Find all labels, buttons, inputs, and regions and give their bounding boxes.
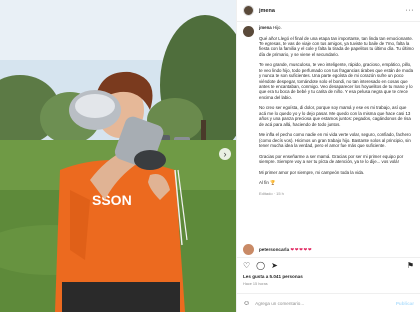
avatar[interactable] <box>243 5 254 16</box>
bookmark-icon[interactable]: ⚑ <box>407 261 414 270</box>
caption-paragraph: Al fin 🏆 <box>259 180 276 186</box>
svg-text:SSON: SSON <box>92 192 132 208</box>
add-comment-input[interactable] <box>255 300 396 306</box>
comment-avatar[interactable] <box>243 244 254 255</box>
publish-button[interactable]: Publicar <box>396 301 414 306</box>
instagram-post: SSON › jmena ··· jmena Hijo. Qué año! Ll… <box>0 0 420 312</box>
caption-paragraph: Me infla el pecho como nadie en mi vida … <box>259 132 411 149</box>
post-photo[interactable]: SSON › <box>0 0 236 312</box>
add-comment-bar: ☺ Publicar <box>237 293 420 312</box>
caption-paragraph: Te veo grande, musculoso, te veo intelig… <box>259 62 414 100</box>
post-username[interactable]: jmena <box>259 8 406 14</box>
comment-row: petersoncarla ❤❤❤❤❤ <box>243 244 414 255</box>
caption-paragraph: Gracias por enseñarme a ser mamá. Gracia… <box>259 153 404 165</box>
caption-username[interactable]: jmena <box>259 25 272 30</box>
post-header: jmena ··· <box>237 0 420 22</box>
chevron-right-icon[interactable]: › <box>219 148 231 160</box>
smiley-icon[interactable]: ☺ <box>243 300 250 307</box>
caption-paragraph: No creo ser egoísta, di dolor, porque so… <box>259 105 411 127</box>
more-options-icon[interactable]: ··· <box>406 7 415 14</box>
caption-paragraph: Qué año! Llegó el final de una etapa tan… <box>259 35 414 57</box>
comment-username[interactable]: petersoncarla <box>259 247 289 252</box>
photo-illustration: SSON <box>0 0 236 312</box>
likes-count[interactable]: Les gusta a 5.041 personas <box>243 274 303 279</box>
post-actions: ♡ ◯ ➤ ⚑ <box>237 257 420 273</box>
post-caption: jmena Hijo. Qué año! Llegó el final de u… <box>243 25 414 241</box>
caption-meta: Editado · 15 h <box>259 190 284 196</box>
caption-paragraph: Mi primer amor por siempre, mi campeón t… <box>259 169 365 175</box>
post-timestamp[interactable]: Hace 15 horas <box>243 282 268 286</box>
caption-avatar[interactable] <box>243 26 254 37</box>
caption-first-line: Hijo. <box>272 25 282 30</box>
comment-text: ❤❤❤❤❤ <box>290 246 313 252</box>
heart-icon[interactable]: ♡ <box>243 261 250 270</box>
comment-icon[interactable]: ◯ <box>256 261 265 270</box>
post-sidebar: jmena ··· jmena Hijo. Qué año! Llegó el … <box>236 0 420 312</box>
share-icon[interactable]: ➤ <box>271 261 278 270</box>
